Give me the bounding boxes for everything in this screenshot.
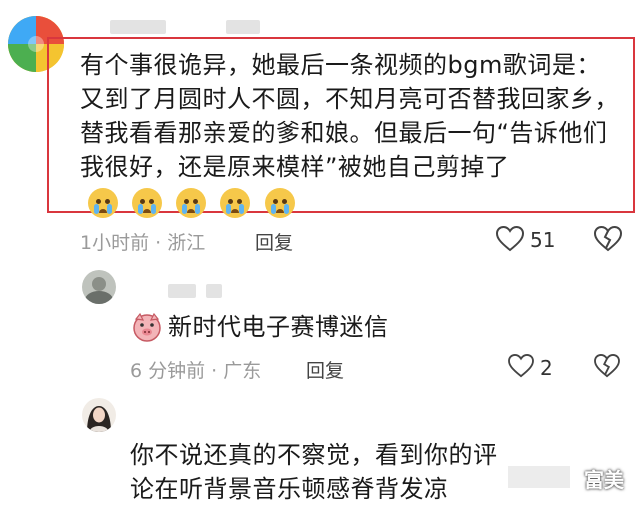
like-count: 51	[530, 228, 556, 252]
like-button[interactable]	[508, 353, 534, 382]
reply-text: 新时代电子赛博迷信	[168, 313, 389, 341]
crying-face-icon	[176, 188, 207, 218]
dislike-button[interactable]	[594, 353, 620, 382]
like-button[interactable]	[495, 225, 525, 256]
broken-heart-icon	[594, 353, 620, 378]
emoji-row	[88, 185, 301, 219]
username-blurred	[168, 284, 196, 298]
broken-heart-icon	[593, 225, 623, 252]
reply-text: 你不说还真的不察觉，看到你的评论在听背景音乐顿感脊背发凉	[130, 441, 498, 503]
reply-button[interactable]: 回复	[306, 356, 344, 383]
username-blurred	[110, 20, 166, 34]
crying-face-icon	[132, 188, 163, 218]
dislike-button[interactable]	[593, 225, 623, 256]
comment-body: 有个事很诡异，她最后一条视频的bgm歌词是：又到了月圆时人不圆，不知月亮可否替我…	[80, 51, 619, 181]
heart-icon	[508, 353, 534, 378]
heart-icon	[495, 225, 525, 252]
username-blurred	[226, 20, 260, 34]
reply-button[interactable]: 回复	[255, 228, 293, 255]
comment-text: 有个事很诡异，她最后一条视频的bgm歌词是：又到了月圆时人不圆，不知月亮可否替我…	[80, 48, 620, 219]
avatar[interactable]	[82, 398, 116, 432]
reply-meta: 6 分钟前 · 广东	[130, 360, 262, 382]
pig-face-icon	[132, 312, 162, 346]
watermark-backdrop	[508, 466, 570, 488]
crying-face-icon	[220, 188, 251, 218]
username-blurred	[206, 284, 222, 298]
like-count: 2	[540, 356, 553, 380]
crying-face-icon	[264, 188, 295, 218]
avatar[interactable]	[82, 270, 116, 304]
watermark: 富美	[584, 468, 624, 492]
comment-meta: 1小时前 · 浙江	[80, 232, 206, 254]
crying-face-icon	[88, 188, 118, 218]
